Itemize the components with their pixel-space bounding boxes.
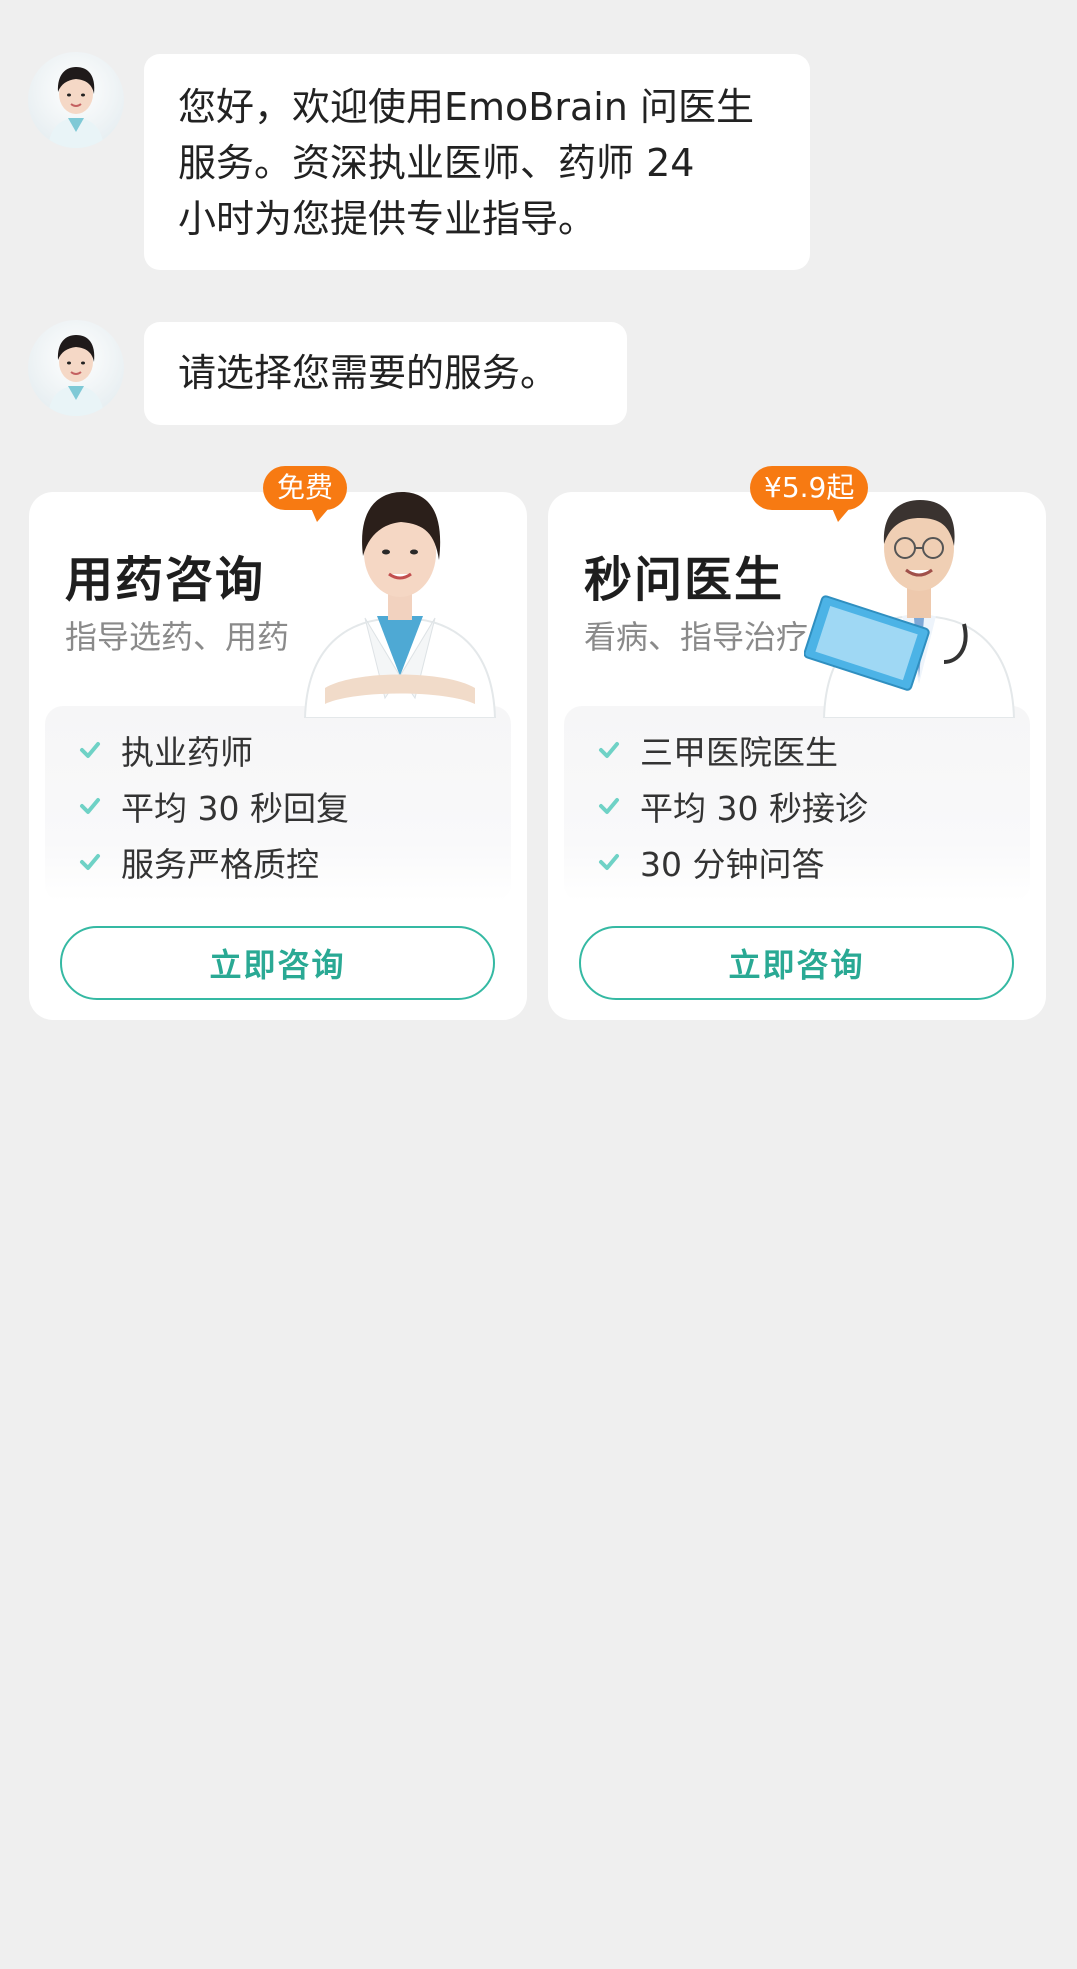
list-item: 30 分钟问答 <box>564 834 1030 890</box>
message-line: 小时为您提供专业指导。 <box>178 197 597 241</box>
message-line: 请选择您需要的服务。 <box>178 351 559 395</box>
card-subtitle: 指导选药、用药 <box>65 618 290 656</box>
list-item: 平均 30 秒接诊 <box>564 778 1030 834</box>
price-badge: ¥5.9起 <box>750 466 869 522</box>
check-icon <box>599 798 619 814</box>
service-prompt-bubble: 请选择您需要的服务。 <box>144 322 627 425</box>
list-item: 平均 30 秒回复 <box>45 778 511 834</box>
welcome-message-bubble: 您好，欢迎使用EmoBrain 问医生 服务。资深执业医师、药师 24 小时为您… <box>144 54 810 270</box>
check-icon <box>80 798 100 814</box>
feature-list: 三甲医院医生 平均 30 秒接诊 30 分钟问答 <box>564 706 1030 902</box>
assistant-avatar <box>28 320 124 416</box>
card-subtitle: 看病、指导治疗 <box>584 618 809 656</box>
nurse-avatar-icon <box>48 335 104 416</box>
check-icon <box>599 854 619 870</box>
free-badge: 免费 <box>263 466 348 522</box>
feature-list: 执业药师 平均 30 秒回复 服务严格质控 <box>45 706 511 902</box>
list-item: 服务严格质控 <box>45 834 511 890</box>
nurse-avatar-icon <box>48 67 104 148</box>
medication-consult-card[interactable]: 免费 用药咨询 指导选药、用药 执业药师 平均 30 秒回复 服务严格质控 立即… <box>29 466 527 1020</box>
check-icon <box>80 742 100 758</box>
feature-label: 30 分钟问答 <box>640 845 825 884</box>
assistant-avatar <box>28 52 124 148</box>
consult-now-button[interactable]: 立即咨询 <box>60 926 495 1000</box>
quick-doctor-card[interactable]: ¥5.9起 秒问医生 看病、指导治疗 三甲医院医生 平均 30 秒接诊 30 分… <box>548 466 1046 1020</box>
feature-label: 三甲医院医生 <box>640 733 838 772</box>
feature-label: 服务严格质控 <box>121 845 319 884</box>
feature-label: 平均 30 秒接诊 <box>640 789 868 828</box>
list-item: 执业药师 <box>45 722 511 778</box>
card-title: 秒问医生 <box>584 552 785 608</box>
message-line: 服务。资深执业医师、药师 24 <box>178 141 695 185</box>
feature-label: 平均 30 秒回复 <box>121 789 349 828</box>
feature-label: 执业药师 <box>121 733 253 772</box>
list-item: 三甲医院医生 <box>564 722 1030 778</box>
message-line: 您好，欢迎使用EmoBrain 问医生 <box>178 85 754 129</box>
check-icon <box>80 854 100 870</box>
consult-now-button[interactable]: 立即咨询 <box>579 926 1014 1000</box>
check-icon <box>599 742 619 758</box>
card-title: 用药咨询 <box>65 552 266 608</box>
